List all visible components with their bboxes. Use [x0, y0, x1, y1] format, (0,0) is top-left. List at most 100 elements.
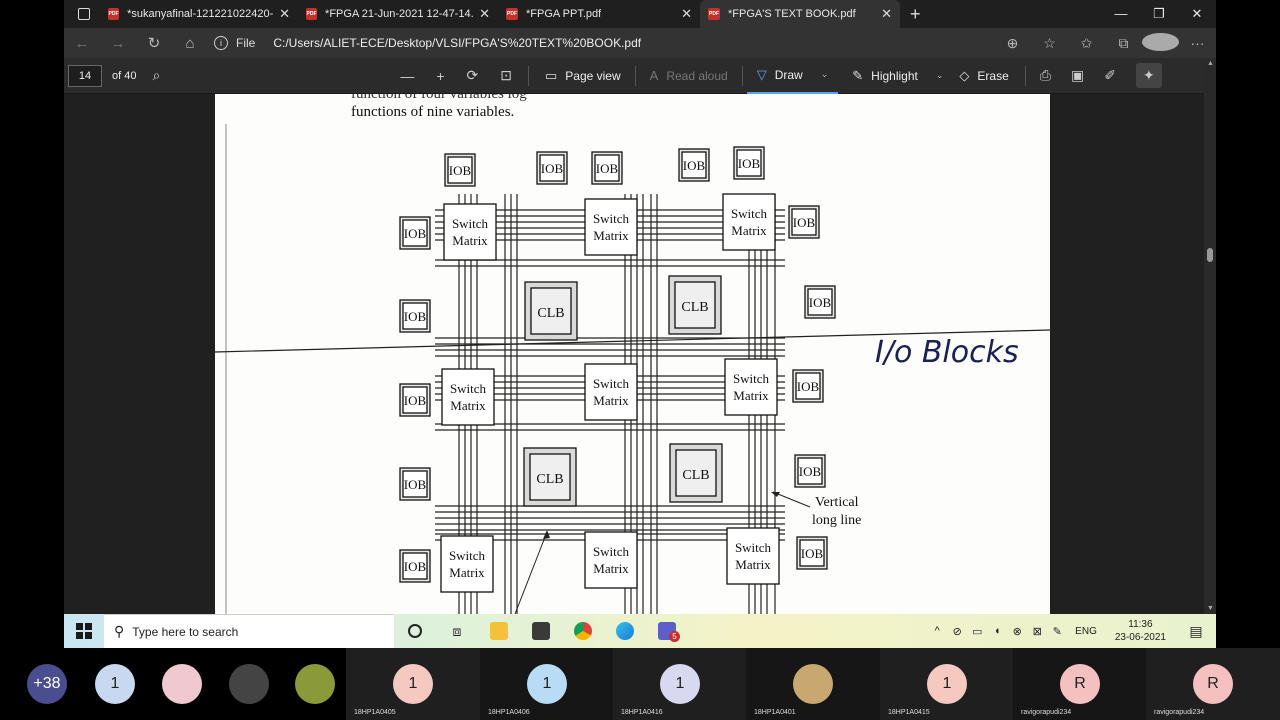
teams-icon[interactable]: 5 [646, 614, 688, 648]
toolbar-divider [634, 65, 636, 86]
switch-matrix [584, 363, 638, 421]
network-icon[interactable]: ▭ [967, 625, 987, 638]
participant-tile[interactable]: 18HP1A0401 [746, 648, 880, 720]
notifications-icon[interactable]: ▤ [1176, 623, 1216, 640]
refresh-icon[interactable]: ↻ [136, 34, 172, 52]
participant-tile[interactable]: Rravigorapudi234 [1146, 648, 1280, 720]
language-indicator[interactable]: ENG [1067, 626, 1105, 637]
zoom-icon[interactable]: ⊕ [994, 35, 1031, 52]
erase-button[interactable]: ◇ Erase [959, 68, 1008, 84]
iob-label: IOB [793, 215, 816, 230]
print-icon[interactable]: ⎙ [1040, 67, 1051, 84]
search-icon[interactable]: ⌕ [152, 67, 160, 84]
cortana-icon[interactable] [394, 614, 436, 648]
edge-icon[interactable] [604, 614, 646, 648]
start-button[interactable] [64, 614, 104, 648]
file-explorer-icon[interactable] [478, 614, 520, 648]
participant-tile[interactable]: Rravigorapudi234 [1013, 648, 1147, 720]
scroll-up-icon[interactable]: ▲ [1207, 60, 1214, 67]
pin-toolbar-icon[interactable]: ✦ [1135, 63, 1162, 88]
clock[interactable]: 11:36 23-06-2021 [1105, 618, 1176, 644]
vertical-line-label-2: long line [812, 513, 861, 528]
close-tab-icon[interactable]: ✕ [875, 6, 892, 22]
iob-label: IOB [449, 163, 472, 178]
participant-tile[interactable]: 1 18HP1A0405 [346, 648, 480, 720]
collections-icon[interactable]: ⧉ [1105, 35, 1142, 52]
page-number-input[interactable]: 14 [68, 64, 102, 87]
info-icon[interactable]: i [214, 36, 228, 50]
save-icon[interactable]: ▣ [1071, 67, 1084, 84]
zoom-out-icon[interactable]: — [400, 68, 414, 84]
favorite-icon[interactable]: ☆ [1031, 35, 1068, 52]
chevron-down-icon[interactable]: ⌄ [936, 70, 944, 81]
browser-tab-3[interactable]: PDF *FPGA PPT.pdf ✕ [498, 0, 700, 28]
favorites-bar-icon[interactable]: ✩ [1068, 35, 1105, 52]
participant-tile[interactable] [276, 648, 354, 720]
participant-tile[interactable]: 1 18HP1A0416 [613, 648, 747, 720]
pen-icon[interactable]: ✎ [1047, 625, 1067, 638]
address-bar: ← → ↻ ⌂ i File C:/Users/ALIET-ECE/Deskto… [64, 28, 1216, 58]
close-tab-icon[interactable]: ✕ [273, 6, 290, 22]
show-hidden-icons-icon[interactable]: ^ [927, 625, 947, 637]
url-field[interactable]: i File C:/Users/ALIET-ECE/Desktop/VLSI/F… [214, 36, 641, 50]
page-total: of 40 [112, 69, 137, 82]
zoom-in-icon[interactable]: + [436, 68, 444, 84]
page-view-button[interactable]: ▭ Page view [545, 68, 621, 84]
task-view-icon[interactable]: ⧈ [436, 614, 478, 648]
pdf-icon: PDF [108, 8, 120, 20]
highlight-button[interactable]: ✎ Highlight ⌄ [852, 68, 943, 84]
browser-tab-1[interactable]: PDF *sukanyafinal-121221022420-ph ✕ [100, 0, 298, 28]
close-window-icon[interactable]: ✕ [1178, 0, 1216, 28]
taskbar-search-box[interactable]: ⚲ Type here to search [104, 614, 394, 648]
participant-tile[interactable]: 1 18HP1A0415 [880, 648, 1014, 720]
minimize-icon[interactable]: — [1102, 0, 1140, 28]
fit-page-icon[interactable]: ⊡ [500, 67, 512, 84]
scroll-down-icon[interactable]: ▼ [1207, 605, 1214, 612]
url-text: C:/Users/ALIET-ECE/Desktop/VLSI/FPGA'S%2… [273, 36, 642, 50]
participant-avatar: R [1060, 664, 1100, 704]
forward-arrow-icon[interactable]: → [100, 35, 136, 52]
right-black-border [1216, 0, 1280, 648]
page-view-icon: ▭ [544, 67, 558, 83]
chevron-down-icon[interactable]: ⌄ [821, 69, 829, 80]
rotate-icon[interactable]: ⟳ [467, 67, 479, 84]
pdf-page: function of four variables log functions… [215, 94, 1050, 614]
volume-icon[interactable]: ◖ [987, 625, 1007, 637]
close-tab-icon[interactable]: ✕ [675, 6, 692, 22]
store-icon[interactable] [520, 614, 562, 648]
participant-tile[interactable]: 1 18HP1A0406 [480, 648, 614, 720]
switch-matrix [724, 358, 778, 416]
clock-date: 23-06-2021 [1114, 632, 1166, 643]
tab-label: *FPGA'S TEXT BOOK.pdf [728, 8, 856, 20]
switch-matrix-label-bottom: Matrix [449, 565, 485, 580]
close-tab-icon[interactable]: ✕ [473, 6, 490, 22]
home-icon[interactable]: ⌂ [172, 35, 208, 52]
back-arrow-icon[interactable]: ← [64, 35, 100, 52]
tab-actions-icon[interactable] [78, 8, 90, 20]
profile-icon[interactable] [1142, 32, 1179, 54]
switch-matrix-label-top: Switch [593, 211, 630, 226]
draw-button[interactable]: ▽ Draw ⌄ [746, 58, 839, 94]
chrome-icon[interactable] [562, 614, 604, 648]
save-as-icon[interactable]: ✐ [1104, 67, 1116, 84]
pdf-icon: PDF [506, 8, 518, 20]
toolbar-divider [1024, 65, 1026, 86]
more-menu-icon[interactable]: ··· [1179, 35, 1216, 51]
browser-tab-2[interactable]: PDF *FPGA 21-Jun-2021 12-47-14.pd ✕ [298, 0, 498, 28]
windows-taskbar: ⚲ Type here to search ⧈ 5 ^ ⊘ ▭ ◖ ⊗ ⊠ ✎ … [64, 614, 1216, 648]
new-tab-icon[interactable]: + [900, 4, 931, 25]
switch-matrix [722, 193, 776, 251]
iob-label: IOB [404, 226, 427, 241]
page-view-label: Page view [565, 68, 621, 83]
restore-icon[interactable]: ❐ [1140, 0, 1178, 28]
highlight-label: Highlight [871, 68, 918, 83]
participant-tile[interactable]: +38 [8, 648, 86, 720]
security-icon[interactable]: ⊘ [947, 625, 967, 638]
read-aloud-button[interactable]: A Read aloud [650, 68, 728, 83]
vertical-scrollbar[interactable]: ▲ ▼ [1204, 58, 1216, 614]
handwritten-annotation: I/o Blocks [875, 335, 1019, 370]
scroll-thumb[interactable] [1207, 248, 1213, 262]
app-tray-icon[interactable]: ⊠ [1027, 625, 1047, 638]
sync-icon[interactable]: ⊗ [1007, 625, 1027, 638]
browser-tab-4[interactable]: PDF *FPGA'S TEXT BOOK.pdf ✕ [700, 0, 900, 28]
